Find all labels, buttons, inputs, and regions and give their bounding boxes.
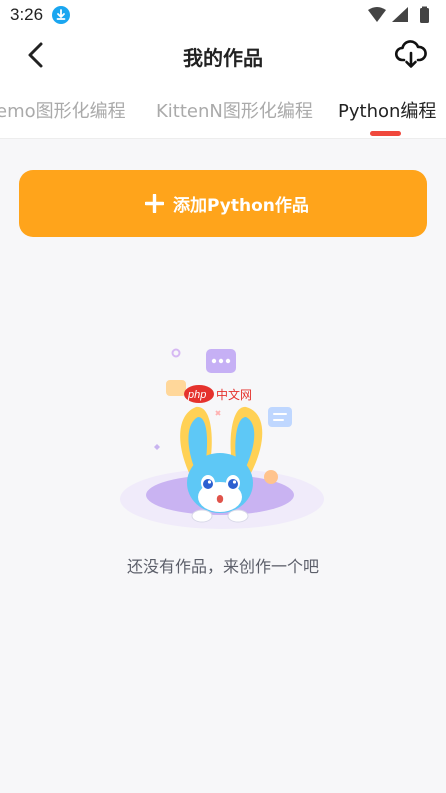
message-icon (268, 407, 292, 427)
category-tabs: emo图形化编程 KittenN图形化编程 Python编程 (0, 82, 446, 139)
add-python-work-button[interactable]: 添加Python作品 (19, 170, 427, 237)
cloud-download-icon (394, 40, 427, 68)
cloud-download-button[interactable] (394, 38, 428, 72)
page-title: 我的作品 (183, 46, 263, 70)
download-icon (52, 6, 70, 24)
plus-icon (145, 194, 164, 213)
signal-icon (392, 7, 408, 22)
svg-text:php: php (187, 389, 206, 401)
tab-emo[interactable]: emo图形化编程 (0, 97, 126, 123)
empty-state-text: 还没有作品，来创作一个吧 (126, 557, 319, 576)
empty-state-illustration: php 中文网 (120, 348, 324, 529)
tab-kitten[interactable]: KittenN图形化编程 (156, 97, 313, 123)
status-bar: 3:26 (0, 0, 446, 30)
active-tab-indicator (370, 131, 401, 136)
status-time: 3:26 (10, 5, 44, 24)
tab-python[interactable]: Python编程 (338, 97, 436, 123)
small-note-icon (166, 380, 186, 396)
add-button-label: 添加Python作品 (173, 196, 309, 216)
wifi-icon (368, 7, 386, 22)
watermark-logo: php 中文网 (184, 385, 252, 403)
orange-ball (264, 470, 278, 484)
status-icons (368, 6, 429, 23)
app-header: 我的作品 (0, 30, 446, 82)
battery-icon (420, 8, 429, 23)
svg-text:中文网: 中文网 (216, 387, 252, 402)
sparkle-circle (171, 348, 181, 358)
